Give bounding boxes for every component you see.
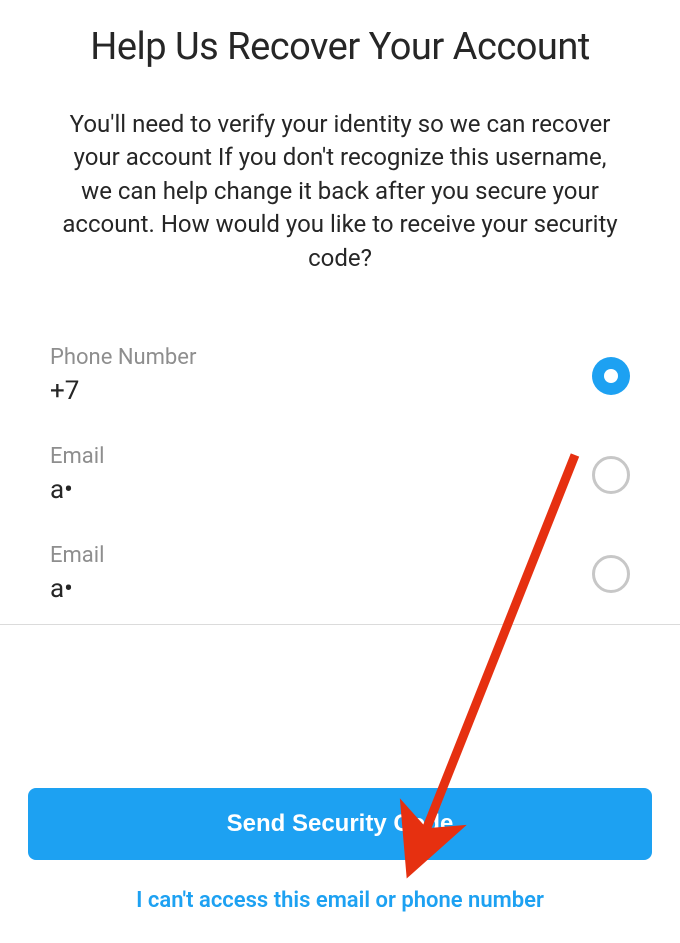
option-phone-text: Phone Number +7 — [50, 345, 196, 406]
option-value: a• — [50, 475, 104, 505]
option-label: Phone Number — [50, 345, 196, 370]
option-label: Email — [50, 543, 104, 568]
divider — [0, 624, 680, 625]
contact-options: Phone Number +7 Email a• Email a• — [50, 345, 630, 604]
option-email-2[interactable]: Email a• — [50, 543, 630, 604]
option-email-1-text: Email a• — [50, 444, 104, 505]
radio-selected-icon[interactable] — [592, 357, 630, 395]
page-title: Help Us Recover Your Account — [50, 24, 630, 72]
send-security-code-button[interactable]: Send Security Code — [28, 788, 652, 860]
option-label: Email — [50, 444, 104, 469]
option-value: a• — [50, 574, 104, 604]
option-value: +7 — [50, 376, 196, 406]
option-phone[interactable]: Phone Number +7 — [50, 345, 630, 406]
radio-unselected-icon[interactable] — [592, 555, 630, 593]
page-description: You'll need to verify your identity so w… — [50, 108, 630, 276]
option-email-2-text: Email a• — [50, 543, 104, 604]
cant-access-link[interactable]: I can't access this email or phone numbe… — [28, 888, 652, 913]
footer: Send Security Code I can't access this e… — [0, 788, 680, 913]
radio-unselected-icon[interactable] — [592, 456, 630, 494]
option-email-1[interactable]: Email a• — [50, 444, 630, 505]
